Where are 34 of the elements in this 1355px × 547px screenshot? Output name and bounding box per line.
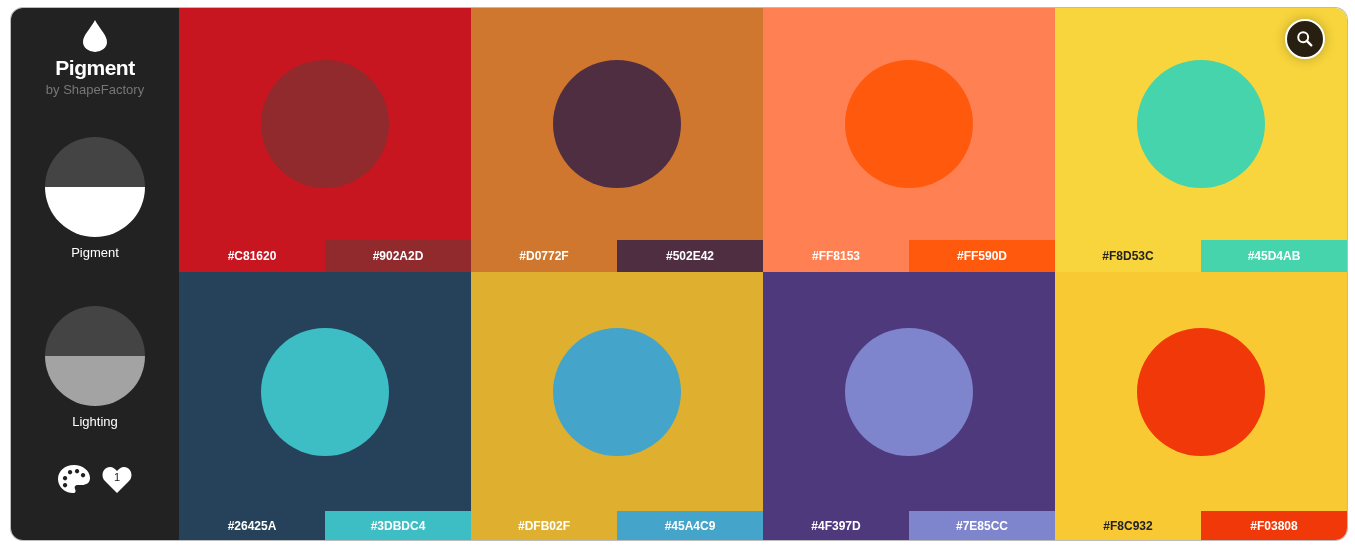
color-swatch[interactable] [471, 272, 763, 511]
color-swatch[interactable] [471, 8, 763, 240]
hex-label[interactable]: #C81620 [179, 240, 325, 272]
favorites-button[interactable]: 1 [102, 465, 132, 493]
hex-label[interactable]: #F8D53C [1055, 240, 1201, 272]
mode-dial[interactable] [45, 306, 145, 406]
hex-label[interactable]: #3DBDC4 [325, 511, 471, 540]
hex-label[interactable]: #902A2D [325, 240, 471, 272]
hex-label[interactable]: #F8C932 [1055, 511, 1201, 540]
mode-label: Pigment [71, 245, 119, 260]
heart-icon [102, 465, 132, 493]
hex-label[interactable]: #D0772F [471, 240, 617, 272]
color-swatch[interactable] [763, 8, 1055, 240]
color-swatch[interactable] [1055, 272, 1347, 511]
app-title: Pigment [55, 56, 135, 80]
hex-label[interactable]: #502E42 [617, 240, 763, 272]
color-swatch[interactable] [179, 272, 471, 511]
hex-label[interactable]: #26425A [179, 511, 325, 540]
color-swatch[interactable] [179, 8, 471, 240]
search-icon [1296, 30, 1314, 48]
color-swatch[interactable] [1055, 8, 1347, 240]
hex-label[interactable]: #F03808 [1201, 511, 1347, 540]
color-swatch[interactable] [763, 272, 1055, 511]
drop-icon [83, 20, 107, 52]
hex-label[interactable]: #FF8153 [763, 240, 909, 272]
hex-label[interactable]: #7E85CC [909, 511, 1055, 540]
hex-label[interactable]: #DFB02F [471, 511, 617, 540]
hex-label[interactable]: #4F397D [763, 511, 909, 540]
app-subtitle: by ShapeFactory [45, 82, 145, 97]
mode-dial[interactable] [45, 137, 145, 237]
hex-label[interactable]: #FF590D [909, 240, 1055, 272]
mode-label: Lighting [72, 414, 118, 429]
hex-label[interactable]: #45A4C9 [617, 511, 763, 540]
palette-icon[interactable] [58, 465, 90, 493]
